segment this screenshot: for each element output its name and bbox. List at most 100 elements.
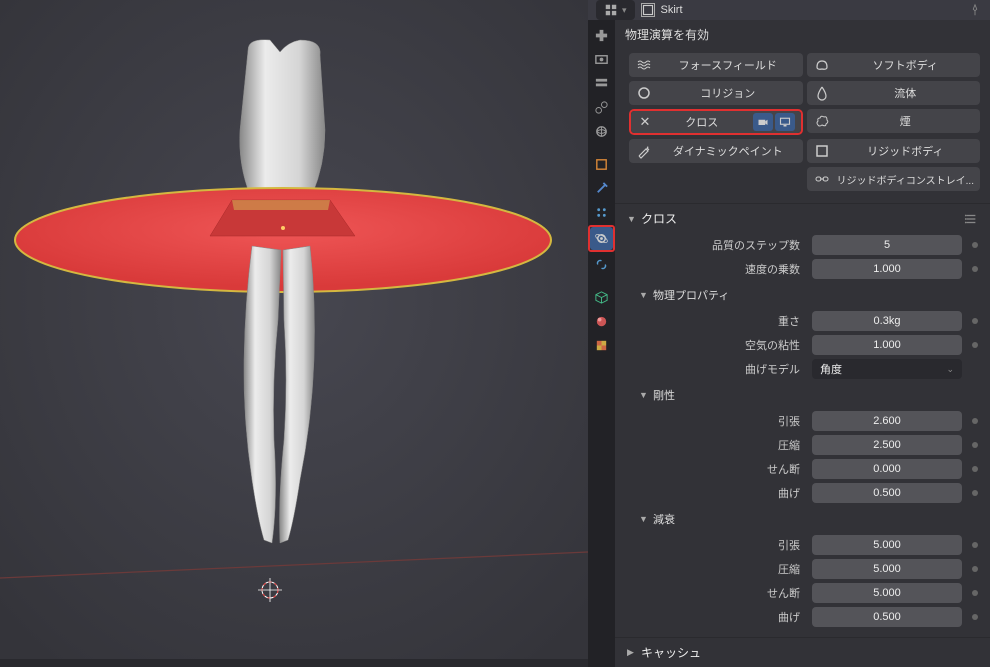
object-name: Skirt [661, 4, 683, 16]
keyframe-dot[interactable] [972, 614, 978, 620]
fluid-icon [813, 84, 831, 102]
tab-modifiers[interactable] [590, 177, 613, 200]
keyframe-dot[interactable] [972, 266, 978, 272]
keyframe-dot[interactable] [972, 242, 978, 248]
cloth-panel-header[interactable]: ▼ クロス [615, 203, 990, 233]
stiffness-shear-label: せん断 [627, 461, 812, 477]
damping-compression-label: 圧縮 [627, 561, 812, 577]
bending-model-select[interactable]: 角度 ⌄ [812, 359, 962, 379]
cache-title: キャッシュ [641, 644, 701, 661]
damping-bending-field[interactable]: 0.500 [812, 607, 962, 627]
speed-multiplier-field[interactable]: 1.000 [812, 259, 962, 279]
tab-scene[interactable] [590, 96, 613, 119]
tab-material[interactable] [590, 310, 613, 333]
tab-texture[interactable] [590, 334, 613, 357]
dynamic-paint-button[interactable]: ダイナミックペイント [629, 139, 803, 163]
tab-world[interactable] [590, 120, 613, 143]
keyframe-dot[interactable] [972, 490, 978, 496]
keyframe-dot[interactable] [972, 542, 978, 548]
dynamic-paint-label: ダイナミックペイント [659, 143, 797, 159]
mass-field[interactable]: 0.3kg [812, 311, 962, 331]
tab-constraints[interactable] [590, 253, 613, 276]
cloth-render-toggle[interactable] [753, 113, 773, 131]
physics-enable-title: 物理演算を有効 [615, 20, 990, 49]
keyframe-dot[interactable] [972, 442, 978, 448]
keyframe-dot[interactable] [972, 466, 978, 472]
smoke-button[interactable]: 煙 [807, 109, 981, 133]
damping-compression-field[interactable]: 5.000 [812, 559, 962, 579]
rigid-body-icon [813, 142, 831, 160]
tab-physics[interactable] [590, 227, 613, 250]
property-tabs [588, 20, 615, 667]
keyframe-dot[interactable] [972, 418, 978, 424]
keyframe-dot[interactable] [972, 342, 978, 348]
damping-shear-field[interactable]: 5.000 [812, 583, 962, 603]
tab-render[interactable] [590, 24, 613, 47]
rigid-constraint-icon [813, 170, 831, 188]
pin-icon[interactable] [968, 3, 982, 17]
damping-title: 減衰 [653, 511, 675, 527]
collision-label: コリジョン [659, 85, 797, 101]
stiffness-shear-field[interactable]: 0.000 [812, 459, 962, 479]
forcefield-button[interactable]: フォースフィールド [629, 53, 803, 77]
fluid-button[interactable]: 流体 [807, 81, 981, 105]
damping-tension-field[interactable]: 5.000 [812, 535, 962, 555]
tab-object[interactable] [590, 153, 613, 176]
smoke-label: 煙 [837, 113, 975, 129]
tab-view-layer[interactable] [590, 72, 613, 95]
mass-label: 重さ [627, 313, 812, 329]
tab-output[interactable] [590, 48, 613, 71]
physical-props-header[interactable]: ▼ 物理プロパティ [615, 281, 990, 309]
smoke-icon [813, 112, 831, 130]
softbody-label: ソフトボディ [837, 57, 975, 73]
panel-menu-icon[interactable] [964, 212, 978, 226]
damping-bending-label: 曲げ [627, 609, 812, 625]
stiffness-tension-label: 引張 [627, 413, 812, 429]
mesh-icon [641, 3, 655, 17]
speed-multiplier-label: 速度の乗数 [627, 261, 812, 277]
tab-particles[interactable] [590, 201, 613, 224]
collision-button[interactable]: コリジョン [629, 81, 803, 105]
collision-icon [635, 84, 653, 102]
caret-icon: ▼ [627, 214, 637, 224]
softbody-icon [813, 56, 831, 74]
cloth-remove-icon[interactable]: ✕ [637, 114, 653, 130]
stiffness-header[interactable]: ▼ 剛性 [615, 381, 990, 409]
rigid-constraint-button[interactable]: リジッドボディコンストレイ... [807, 167, 981, 191]
air-viscosity-field[interactable]: 1.000 [812, 335, 962, 355]
cloth-label: クロス [653, 114, 751, 130]
stiffness-bending-label: 曲げ [627, 485, 812, 501]
editor-type-selector[interactable]: ▾ [596, 0, 635, 20]
caret-icon: ▼ [639, 390, 649, 400]
keyframe-dot[interactable] [972, 566, 978, 572]
bending-model-label: 曲げモデル [627, 361, 812, 377]
forcefield-icon [635, 56, 653, 74]
cloth-button[interactable]: ✕ クロス [631, 111, 801, 133]
softbody-button[interactable]: ソフトボディ [807, 53, 981, 77]
stiffness-compression-field[interactable]: 2.500 [812, 435, 962, 455]
object-header: ▾ Skirt [588, 0, 990, 20]
damping-header[interactable]: ▼ 減衰 [615, 505, 990, 533]
stiffness-tension-field[interactable]: 2.600 [812, 411, 962, 431]
keyframe-dot[interactable] [972, 318, 978, 324]
cloth-button-highlight: ✕ クロス [629, 109, 803, 135]
dynamic-paint-icon [635, 142, 653, 160]
rigid-body-label: リジッドボディ [837, 143, 975, 159]
caret-icon: ▼ [639, 514, 649, 524]
viewport-3d[interactable] [0, 0, 588, 659]
air-viscosity-label: 空気の粘性 [627, 337, 812, 353]
fluid-label: 流体 [837, 85, 975, 101]
cloth-panel-title: クロス [641, 210, 677, 227]
damping-shear-label: せん断 [627, 585, 812, 601]
stiffness-bending-field[interactable]: 0.500 [812, 483, 962, 503]
cache-panel-header[interactable]: ▶ キャッシュ [615, 637, 990, 667]
quality-steps-field[interactable]: 5 [812, 235, 962, 255]
cloth-viewport-toggle[interactable] [775, 113, 795, 131]
caret-icon: ▶ [627, 647, 637, 658]
rigid-body-button[interactable]: リジッドボディ [807, 139, 981, 163]
rigid-constraint-label: リジッドボディコンストレイ... [837, 172, 975, 187]
tab-mesh-data[interactable] [590, 286, 613, 309]
damping-tension-label: 引張 [627, 537, 812, 553]
keyframe-dot[interactable] [972, 590, 978, 596]
chevron-down-icon: ⌄ [946, 364, 954, 375]
